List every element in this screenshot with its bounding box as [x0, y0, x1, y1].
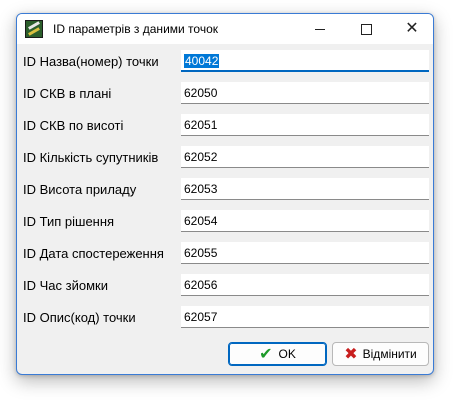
field-label: ID СКВ в плані	[23, 86, 112, 101]
field-row-instrument-height: ID Висота приладу 62053	[17, 178, 433, 200]
ok-button-label: OK	[278, 347, 296, 361]
maximize-button[interactable]	[343, 14, 389, 44]
title-bar[interactable]: ID параметрів з даними точок ✕	[17, 14, 433, 44]
check-icon: ✔	[259, 346, 273, 363]
app-icon	[25, 20, 43, 38]
field-label: ID Опис(код) точки	[23, 310, 136, 325]
field-label: ID Дата спостереження	[23, 246, 164, 261]
point-name-id-input[interactable]: 40042	[181, 50, 429, 72]
observation-date-id-input[interactable]: 62055	[181, 242, 429, 264]
field-label: ID СКВ по висоті	[23, 118, 124, 133]
selected-text: 40042	[184, 54, 220, 68]
field-label: ID Час зйомки	[23, 278, 108, 293]
cancel-button-label: Відмінити	[362, 347, 417, 361]
maximize-icon	[360, 23, 372, 35]
field-row-solution-type: ID Тип рішення 62054	[17, 210, 433, 232]
ok-button[interactable]: ✔ OK	[228, 342, 327, 366]
cancel-button[interactable]: ✖ Відмінити	[332, 342, 429, 366]
instrument-height-id-input[interactable]: 62053	[181, 178, 429, 200]
field-label: ID Назва(номер) точки	[23, 54, 159, 69]
point-description-id-input[interactable]: 62057	[181, 306, 429, 328]
rms-plan-id-input[interactable]: 62050	[181, 82, 429, 104]
field-label: ID Висота приладу	[23, 182, 137, 197]
dialog-window: ID параметрів з даними точок ✕ ID Назва(…	[16, 13, 434, 375]
x-icon: ✖	[344, 346, 358, 363]
field-row-rms-plan: ID СКВ в плані 62050	[17, 82, 433, 104]
field-row-observation-date: ID Дата спостереження 62055	[17, 242, 433, 264]
field-label: ID Тип рішення	[23, 214, 115, 229]
field-row-rms-height: ID СКВ по висоті 62051	[17, 114, 433, 136]
solution-type-id-input[interactable]: 62054	[181, 210, 429, 232]
minimize-icon	[315, 28, 325, 30]
field-row-point-description: ID Опис(код) точки 62057	[17, 306, 433, 328]
field-row-survey-time: ID Час зйомки 62056	[17, 274, 433, 296]
close-button[interactable]: ✕	[389, 14, 433, 44]
field-row-point-name: ID Назва(номер) точки 40042	[17, 50, 433, 72]
window-title: ID параметрів з даними точок	[53, 22, 218, 36]
field-row-satellites: ID Кількість супутників 62052	[17, 146, 433, 168]
close-icon: ✕	[405, 20, 419, 37]
satellites-id-input[interactable]: 62052	[181, 146, 429, 168]
minimize-button[interactable]	[297, 14, 343, 44]
field-label: ID Кількість супутників	[23, 150, 159, 165]
rms-height-id-input[interactable]: 62051	[181, 114, 429, 136]
survey-time-id-input[interactable]: 62056	[181, 274, 429, 296]
